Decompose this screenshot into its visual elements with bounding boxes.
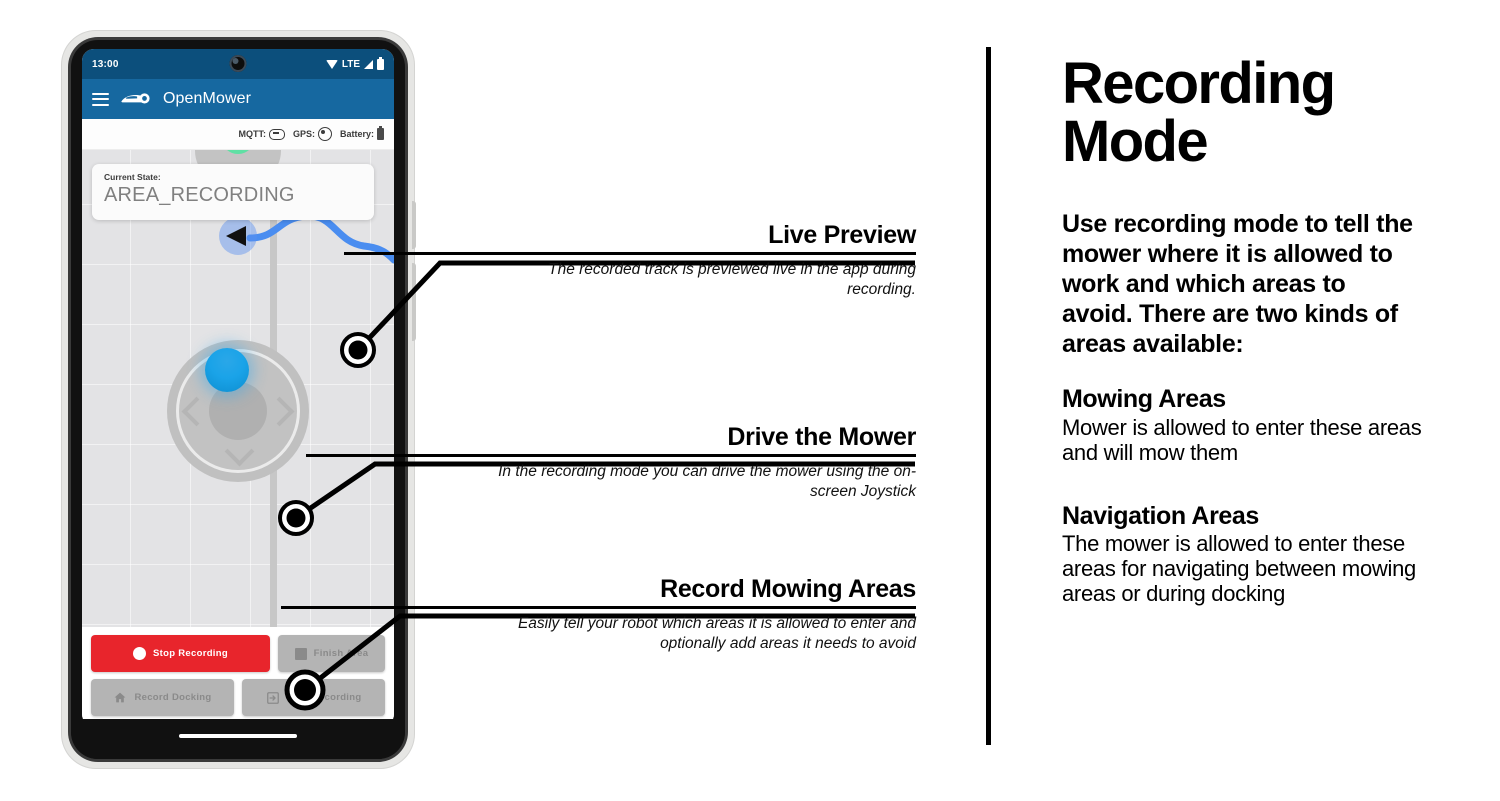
connection-status-strip: MQTT: GPS: Battery: xyxy=(82,119,394,150)
recording-controls-row-1: Stop Recording Finish Area xyxy=(91,635,385,672)
callout-title: Record Mowing Areas xyxy=(660,575,916,603)
openmower-logo-icon xyxy=(121,93,150,104)
vertical-divider xyxy=(986,47,991,745)
panel-title-line-2: Mode xyxy=(1062,109,1209,174)
finish-area-button[interactable]: Finish Area xyxy=(278,635,385,672)
info-panel: Recording Mode Use recording mode to tel… xyxy=(1062,55,1462,607)
section-body: Mower is allowed to enter these areas an… xyxy=(1062,414,1422,465)
callout-live-preview: Live Preview The recorded track is previ… xyxy=(344,221,916,300)
recording-controls-row-2: Record Docking Area Recording xyxy=(91,679,385,716)
finish-area-label: Finish Area xyxy=(313,648,369,659)
current-state-card: Current State: AREA_RECORDING xyxy=(92,164,374,220)
record-docking-label: Record Docking xyxy=(134,692,212,703)
phone-power-button[interactable] xyxy=(412,201,416,249)
current-state-value: AREA_RECORDING xyxy=(104,184,295,206)
panel-title-line-1: Recording xyxy=(1062,51,1336,116)
map-view[interactable]: Current State: AREA_RECORDING xyxy=(82,150,394,627)
phone-mockup: 13:00 LTE OpenMower MQTT: GPS: Battery: … xyxy=(62,31,416,768)
gps-target-icon xyxy=(317,127,332,141)
record-dot-icon xyxy=(133,647,147,660)
recording-controls-panel: Stop Recording Finish Area Record Dockin… xyxy=(82,627,394,726)
callout-rule xyxy=(344,252,916,256)
section-heading: Mowing Areas xyxy=(1062,385,1226,413)
status-bar-clock: 13:00 xyxy=(92,58,119,70)
panel-section-navigation-areas: Navigation Areas The mower is allowed to… xyxy=(1062,501,1462,607)
callout-rule xyxy=(281,606,916,610)
wifi-icon xyxy=(325,59,338,69)
stop-recording-button[interactable]: Stop Recording xyxy=(91,635,270,672)
callout-body: Easily tell your robot which areas it is… xyxy=(517,615,916,653)
panel-intro-text: Use recording mode to tell the mower whe… xyxy=(1062,210,1413,358)
area-recording-button[interactable]: Area Recording xyxy=(242,679,385,716)
link-icon xyxy=(268,128,285,140)
enter-area-icon xyxy=(266,691,279,704)
app-bar: OpenMower xyxy=(82,79,394,119)
phone-front-camera xyxy=(229,55,247,72)
callout-rule xyxy=(306,454,916,458)
virtual-joystick[interactable] xyxy=(167,340,309,482)
callout-drive-the-mower: Drive the Mower In the recording mode yo… xyxy=(306,423,916,502)
battery-status: Battery: xyxy=(339,126,384,140)
area-recording-label: Area Recording xyxy=(286,692,362,703)
phone-volume-button[interactable] xyxy=(412,263,416,341)
battery-label: Battery: xyxy=(339,129,374,139)
panel-section-mowing-areas: Mowing Areas Mower is allowed to enter t… xyxy=(1062,385,1462,465)
phone-screen: 13:00 LTE OpenMower MQTT: GPS: Battery: … xyxy=(82,49,394,726)
hamburger-menu-icon[interactable] xyxy=(92,92,109,106)
mqtt-status: MQTT: xyxy=(238,128,285,140)
network-type-label: LTE xyxy=(341,58,360,70)
gesture-nav-bar xyxy=(71,719,405,759)
callout-title: Drive the Mower xyxy=(727,423,916,451)
status-bar-indicators: LTE xyxy=(325,56,384,70)
gps-status: GPS: xyxy=(293,127,332,141)
app-bar-title: OpenMower xyxy=(163,90,252,107)
mqtt-label: MQTT: xyxy=(238,129,266,139)
home-icon xyxy=(115,692,126,703)
callout-record-mowing-areas: Record Mowing Areas Easily tell your rob… xyxy=(281,575,916,654)
stop-recording-label: Stop Recording xyxy=(153,648,228,659)
callout-body: In the recording mode you can drive the … xyxy=(498,463,916,501)
robot-position-marker xyxy=(219,217,257,255)
signal-icon xyxy=(364,59,373,69)
gps-label: GPS: xyxy=(292,129,315,139)
record-docking-button[interactable]: Record Docking xyxy=(91,679,234,716)
battery-icon xyxy=(377,56,384,70)
callout-body: The recorded track is previewed live in … xyxy=(548,261,916,299)
callout-title: Live Preview xyxy=(768,221,916,249)
joystick-knob[interactable] xyxy=(205,348,249,392)
current-state-label: Current State: xyxy=(104,172,161,182)
section-heading: Navigation Areas xyxy=(1062,501,1259,530)
battery-icon xyxy=(377,126,384,140)
joystick-center-pad xyxy=(209,382,267,440)
gesture-nav-pill[interactable] xyxy=(179,734,297,738)
section-body: The mower is allowed to enter these area… xyxy=(1062,531,1416,607)
stop-square-icon xyxy=(294,647,307,660)
robot-heading-arrow xyxy=(226,226,246,246)
panel-title: Recording Mode xyxy=(1062,55,1462,171)
